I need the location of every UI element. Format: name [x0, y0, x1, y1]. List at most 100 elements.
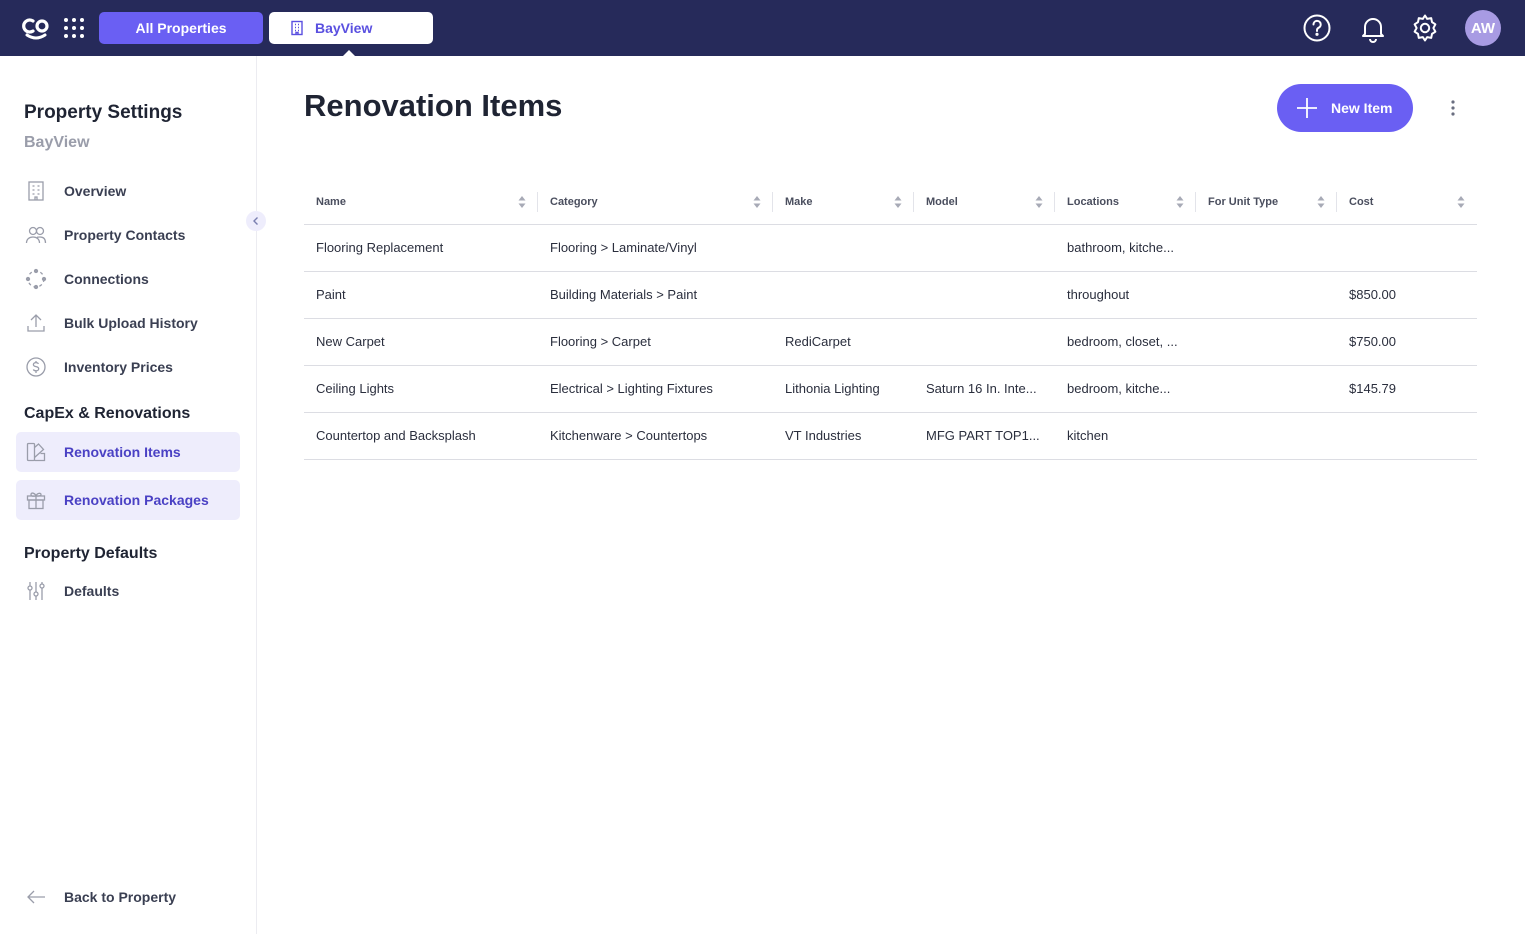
table-cell-category: Building Materials > Paint [538, 271, 773, 319]
table-cell-make [773, 271, 914, 319]
grid-dots-icon[interactable] [62, 16, 86, 40]
column-header-label: Make [785, 195, 813, 208]
table-header-row: Name Category Make Model Locations For Unit T… [304, 180, 1477, 225]
sidebar-item-label: Inventory Prices [64, 359, 173, 375]
column-header-name[interactable]: Name [304, 180, 538, 225]
column-header-label: Locations [1067, 195, 1119, 208]
table-cell-for-unit-type [1196, 365, 1337, 413]
new-item-label: New Item [1331, 100, 1393, 116]
bell-icon[interactable] [1357, 12, 1389, 44]
column-header-for-unit-type[interactable]: For Unit Type [1196, 180, 1337, 225]
column-header-locations[interactable]: Locations [1055, 180, 1196, 225]
table-cell-locations: bathroom, kitche... [1055, 224, 1196, 272]
help-circle-icon[interactable] [1301, 12, 1333, 44]
sort-icon[interactable] [753, 195, 761, 209]
back-to-property-link[interactable]: Back to Property [16, 877, 240, 917]
page-title: Renovation Items [304, 88, 563, 123]
table-cell-locations: throughout [1055, 271, 1196, 319]
table-cell-make: Lithonia Lighting [773, 365, 914, 413]
sidebar-item-renovation-items[interactable]: Renovation Items [16, 432, 240, 472]
tab-property-label: BayView [315, 20, 373, 36]
table-cell-name: Paint [304, 271, 538, 319]
back-to-property-label: Back to Property [64, 889, 177, 905]
table-row[interactable]: Flooring Replacement Flooring > Laminate/… [304, 224, 1477, 272]
sidebar-item-property-contacts[interactable]: Property Contacts [16, 215, 240, 255]
column-header-cost[interactable]: Cost [1337, 180, 1477, 225]
table-cell-locations: bedroom, kitche... [1055, 365, 1196, 413]
sidebar-item-label: Overview [64, 183, 127, 199]
sidebar-item-bulk-upload-history[interactable]: Bulk Upload History [16, 303, 240, 343]
table-cell-cost: $850.00 [1337, 271, 1477, 319]
gift-icon [24, 488, 48, 512]
section-capex-renovations: CapEx & Renovations [24, 405, 191, 422]
contacts-icon [24, 223, 48, 247]
table-row[interactable]: Ceiling Lights Electrical > Lighting Fixt… [304, 365, 1477, 413]
table-cell-name: Countertop and Backsplash [304, 412, 538, 460]
top-bar: All Properties BayView AW [0, 0, 1525, 57]
swatch-icon [24, 440, 48, 464]
upload-icon [24, 311, 48, 335]
sidebar: Property Settings BayView Overview Prope… [0, 56, 257, 934]
user-avatar[interactable]: AW [1465, 10, 1501, 46]
table-cell-cost: $145.79 [1337, 365, 1477, 413]
sidebar-item-label: Renovation Packages [64, 492, 209, 508]
sort-icon[interactable] [1035, 195, 1043, 209]
new-item-button[interactable]: New Item [1277, 84, 1413, 132]
sidebar-item-label: Connections [64, 271, 149, 287]
tab-all-properties[interactable]: All Properties [99, 12, 263, 44]
table-cell-make: RediCarpet [773, 318, 914, 366]
table-cell-cost [1337, 224, 1477, 272]
table-row[interactable]: Countertop and Backsplash Kitchenware > C… [304, 412, 1477, 460]
column-header-model[interactable]: Model [914, 180, 1055, 225]
column-header-make[interactable]: Make [773, 180, 914, 225]
gear-icon[interactable] [1409, 12, 1441, 44]
sidebar-item-label: Bulk Upload History [64, 315, 198, 331]
sort-icon[interactable] [894, 195, 902, 209]
sidebar-item-overview[interactable]: Overview [16, 171, 240, 211]
active-tab-caret [342, 50, 356, 57]
sliders-icon [24, 579, 48, 603]
sort-icon[interactable] [1317, 195, 1325, 209]
renovation-items-table: Name Category Make Model Locations For Unit T… [304, 180, 1477, 460]
chevron-left-icon [253, 217, 258, 225]
table-cell-model [914, 271, 1055, 319]
sidebar-item-renovation-packages[interactable]: Renovation Packages [16, 480, 240, 520]
sidebar-item-inventory-prices[interactable]: Inventory Prices [16, 347, 240, 387]
sort-icon[interactable] [1176, 195, 1184, 209]
table-cell-model: Saturn 16 In. Inte... [914, 365, 1055, 413]
dollar-icon [24, 355, 48, 379]
sidebar-item-label: Defaults [64, 583, 120, 599]
column-header-label: For Unit Type [1208, 195, 1279, 208]
table-cell-for-unit-type [1196, 224, 1337, 272]
sort-icon[interactable] [1457, 195, 1465, 209]
building-icon [24, 179, 48, 203]
building-icon [291, 20, 303, 36]
sidebar-item-label: Property Contacts [64, 227, 186, 243]
table-cell-for-unit-type [1196, 412, 1337, 460]
section-property-defaults: Property Defaults [24, 545, 158, 562]
sort-icon[interactable] [518, 195, 526, 209]
column-header-label: Name [316, 195, 346, 208]
table-cell-model: MFG PART TOP1... [914, 412, 1055, 460]
plus-icon [1297, 98, 1317, 118]
sidebar-item-defaults[interactable]: Defaults [16, 571, 240, 611]
table-row[interactable]: New Carpet Flooring > Carpet RediCarpet bed… [304, 318, 1477, 366]
table-cell-name: Ceiling Lights [304, 365, 538, 413]
column-header-label: Cost [1349, 195, 1374, 208]
table-cell-cost [1337, 412, 1477, 460]
column-header-label: Model [926, 195, 958, 208]
collapse-sidebar-button[interactable] [246, 211, 266, 231]
table-cell-locations: bedroom, closet, ... [1055, 318, 1196, 366]
co-logo-icon[interactable] [22, 15, 50, 41]
sidebar-item-connections[interactable]: Connections [16, 259, 240, 299]
table-row[interactable]: Paint Building Materials > Paint throughou… [304, 271, 1477, 319]
more-options-icon[interactable] [1441, 96, 1465, 120]
column-header-category[interactable]: Category [538, 180, 773, 225]
arrow-left-icon [24, 885, 48, 909]
table-cell-category: Electrical > Lighting Fixtures [538, 365, 773, 413]
table-cell-make: VT Industries [773, 412, 914, 460]
table-cell-category: Flooring > Carpet [538, 318, 773, 366]
tab-property-bayview[interactable]: BayView [269, 12, 433, 44]
table-cell-for-unit-type [1196, 271, 1337, 319]
table-cell-for-unit-type [1196, 318, 1337, 366]
